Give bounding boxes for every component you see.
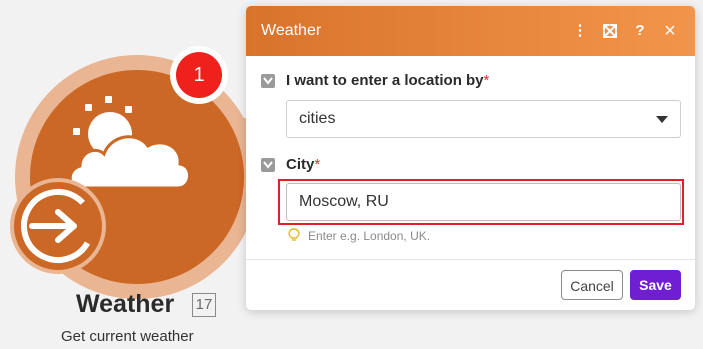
required-mark: * <box>314 156 321 173</box>
collapse-toggle-icon[interactable] <box>261 74 275 88</box>
location-by-select[interactable]: cities <box>286 100 681 138</box>
required-mark: * <box>483 72 490 89</box>
cancel-button[interactable]: Cancel <box>561 270 623 300</box>
module-id-badge: 17 <box>192 293 216 317</box>
module-settings-dialog: Weather ⋮ ? × I want to enter a location… <box>246 6 695 310</box>
city-label: City* <box>286 156 320 173</box>
collapse-toggle-icon[interactable] <box>261 158 275 172</box>
city-label-text: City <box>286 156 315 173</box>
location-by-value: cities <box>299 110 336 127</box>
arrow-circle-right-icon <box>10 178 106 274</box>
weather-module-node[interactable]: 1 Weather 17 Get current weather <box>0 0 262 349</box>
badge-count: 1 <box>176 52 222 98</box>
module-title: Weather <box>76 290 175 318</box>
kebab-menu-icon[interactable]: ⋮ <box>571 22 589 40</box>
module-subtitle: Get current weather <box>61 328 194 345</box>
help-icon[interactable]: ? <box>631 22 649 40</box>
expand-icon[interactable] <box>601 22 619 40</box>
save-button[interactable]: Save <box>630 270 681 300</box>
notification-count-badge: 1 <box>170 46 228 104</box>
dialog-footer: Cancel Save <box>246 259 695 310</box>
close-icon[interactable]: × <box>661 21 679 41</box>
city-value: Moscow, RU <box>299 193 389 210</box>
location-by-label: I want to enter a location by* <box>286 72 489 89</box>
city-input[interactable]: Moscow, RU <box>286 183 681 221</box>
location-by-label-text: I want to enter a location by <box>286 72 484 89</box>
dialog-title: Weather <box>261 22 322 39</box>
caret-down-icon <box>656 116 668 123</box>
lightbulb-icon <box>288 228 300 241</box>
dialog-header: Weather ⋮ ? × <box>246 6 695 56</box>
city-hint: Enter e.g. London, UK. <box>308 229 431 243</box>
